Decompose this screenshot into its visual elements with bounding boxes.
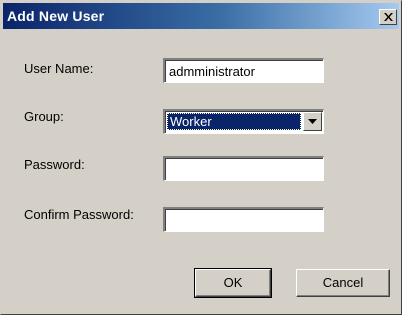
- add-new-user-dialog: Add New User User Name: admministrator G…: [0, 0, 402, 315]
- group-selected-text: Worker: [170, 114, 212, 129]
- close-button[interactable]: [379, 9, 397, 25]
- cancel-button[interactable]: Cancel: [296, 269, 390, 297]
- group-dropdown-button[interactable]: [303, 112, 322, 131]
- title-bar[interactable]: Add New User: [3, 3, 399, 29]
- group-label: Group:: [24, 109, 64, 124]
- username-value: admministrator: [169, 64, 255, 79]
- ok-button[interactable]: OK: [194, 268, 272, 298]
- close-icon: [384, 13, 393, 21]
- password-label: Password:: [24, 157, 85, 172]
- group-select[interactable]: Worker: [163, 109, 324, 134]
- confirm-password-label: Confirm Password:: [24, 207, 134, 222]
- group-selected-value: Worker: [167, 113, 301, 130]
- password-field[interactable]: [163, 156, 324, 181]
- confirm-password-field[interactable]: [163, 207, 324, 232]
- window-title: Add New User: [7, 8, 105, 24]
- username-label: User Name:: [24, 61, 94, 76]
- chevron-down-icon: [308, 119, 317, 124]
- username-field[interactable]: admministrator: [163, 58, 324, 83]
